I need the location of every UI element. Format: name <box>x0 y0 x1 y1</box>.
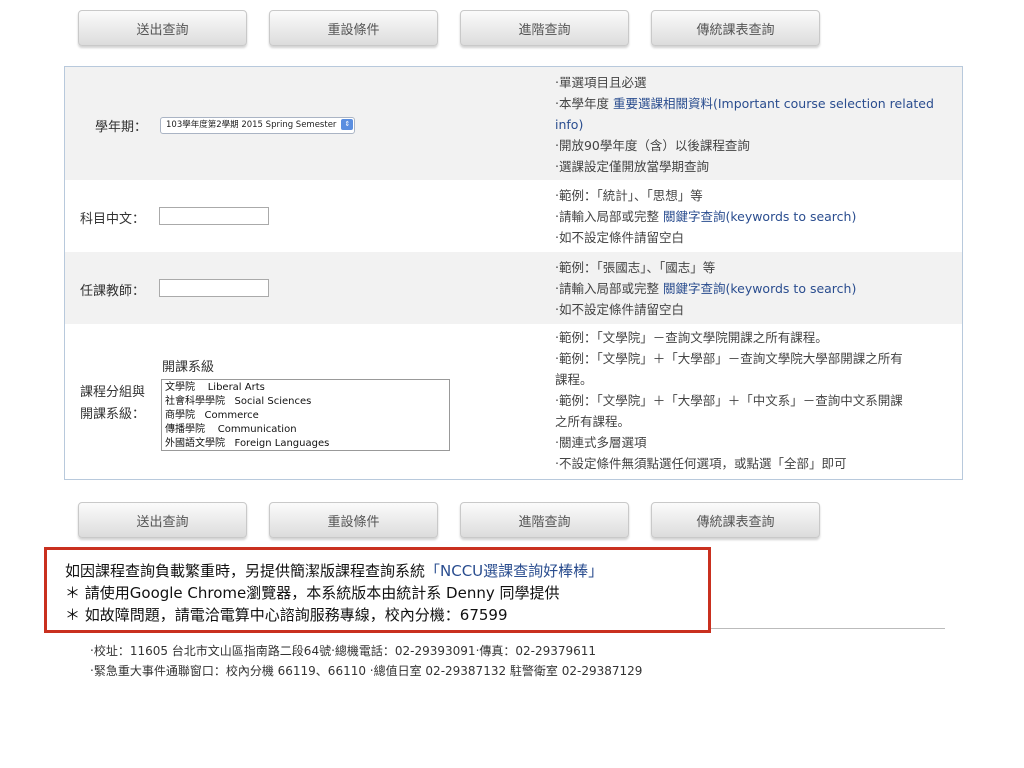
traditional-timetable-button[interactable]: 傳統課表查詢 <box>651 502 820 538</box>
department-label-line1: 課程分組與 <box>80 385 146 400</box>
option-en: Communication <box>217 424 297 435</box>
note-text: ‧請輸入局部或完整 <box>555 281 663 296</box>
top-button-bar: 送出查詢 重設條件 進階查詢 傳統課表查詢 <box>78 10 820 46</box>
option-en: Commerce <box>204 410 259 421</box>
course-name-input[interactable] <box>159 207 269 225</box>
footer: ‧校址：11605 台北市文山區指南路二段64號‧總機電話：02-2939309… <box>90 641 642 681</box>
option-zh: 傳播學院 <box>165 424 205 435</box>
department-label-line2: 開課系級： <box>80 407 146 422</box>
keyword-search-link[interactable]: 關鍵字查詢(keywords to search) <box>663 209 856 224</box>
option-zh: 商學院 <box>165 410 195 421</box>
notice-box: 如因課程查詢負載繁重時，另提供簡潔版課程查詢系統「NCCU選課查詢好棒棒」 ＊ … <box>44 547 711 633</box>
divider <box>711 628 945 629</box>
keyword-search-link[interactable]: 關鍵字查詢(keywords to search) <box>663 281 856 296</box>
traditional-timetable-button[interactable]: 傳統課表查詢 <box>651 10 820 46</box>
submit-query-button[interactable]: 送出查詢 <box>78 502 247 538</box>
teacher-notes: ‧範例：「張國志」、「國志」等 ‧請輸入局部或完整 關鍵字查詢(keywords… <box>555 257 960 320</box>
note-line: ‧範例：「統計」、「思想」等 <box>555 188 703 203</box>
note-line: ‧範例：「文學院」－查詢文學院開課之所有課程。 <box>555 330 828 345</box>
semester-select[interactable]: 103學年度第2學期 2015 Spring Semester ⇕ <box>160 117 356 134</box>
department-notes: ‧範例：「文學院」－查詢文學院開課之所有課程。 ‧範例：「文學院」＋「大學部」－… <box>555 327 960 474</box>
teacher-row: 任課教師： ‧範例：「張國志」、「國志」等 ‧請輸入局部或完整 關鍵字查詢(ke… <box>65 252 962 324</box>
teacher-input[interactable] <box>159 279 269 297</box>
option-zh: 外國語文學院 <box>165 438 225 449</box>
submit-query-button[interactable]: 送出查詢 <box>78 10 247 46</box>
course-name-row: 科目中文： ‧範例：「統計」、「思想」等 ‧請輸入局部或完整 關鍵字查詢(key… <box>65 180 962 252</box>
select-arrows-icon: ⇕ <box>341 119 354 130</box>
simple-query-link[interactable]: 「NCCU選課查詢好棒棒」 <box>425 562 603 580</box>
option-en: Social Sciences <box>234 396 312 407</box>
note-line: ‧不設定條件無須點選任何選項，或點選「全部」即可 <box>555 456 847 471</box>
note-line: 課程。 <box>555 372 593 387</box>
option-en: Liberal Arts <box>207 382 265 393</box>
footer-address: ‧校址：11605 台北市文山區指南路二段64號‧總機電話：02-2939309… <box>90 644 597 658</box>
search-form-panel: 學年期： 103學年度第2學期 2015 Spring Semester ⇕ ‧… <box>64 66 963 480</box>
advanced-query-button[interactable]: 進階查詢 <box>460 502 629 538</box>
list-item[interactable]: 外國語文學院 Foreign Languages <box>165 437 446 451</box>
note-line: ‧請輸入局部或完整 關鍵字查詢(keywords to search) <box>555 206 960 227</box>
option-en: Foreign Languages <box>234 438 330 449</box>
option-zh: 社會科學學院 <box>165 396 225 407</box>
note-line: ‧選課設定僅開放當學期查詢 <box>555 159 709 174</box>
department-label: 課程分組與 開課系級： <box>80 382 145 426</box>
option-zh: 文學院 <box>165 382 195 393</box>
note-line: ‧開放90學年度（含）以後課程查詢 <box>555 138 750 153</box>
notice-text: 如因課程查詢負載繁重時，另提供簡潔版課程查詢系統 <box>65 562 426 580</box>
note-line: ‧如不設定條件請留空白 <box>555 302 684 317</box>
notice-line: 如因課程查詢負載繁重時，另提供簡潔版課程查詢系統「NCCU選課查詢好棒棒」 <box>65 560 708 582</box>
note-line: ‧本學年度 重要選課相關資料(Important course selectio… <box>555 93 960 135</box>
course-name-notes: ‧範例：「統計」、「思想」等 ‧請輸入局部或完整 關鍵字查詢(keywords … <box>555 185 960 248</box>
course-name-label: 科目中文： <box>80 212 146 227</box>
reset-conditions-button[interactable]: 重設條件 <box>269 502 438 538</box>
note-text: ‧請輸入局部或完整 <box>555 209 663 224</box>
semester-row: 學年期： 103學年度第2學期 2015 Spring Semester ⇕ ‧… <box>65 67 962 180</box>
note-line: ‧單選項目且必選 <box>555 75 647 90</box>
notice-line: ＊ 如故障問題，請電洽電算中心諮詢服務專線，校內分機：67599 <box>65 606 508 624</box>
list-item[interactable]: 社會科學學院 Social Sciences <box>165 395 446 409</box>
department-listbox[interactable]: 文學院 Liberal Arts 社會科學學院 Social Sciences … <box>161 379 450 451</box>
list-item[interactable]: 傳播學院 Communication <box>165 423 446 437</box>
department-row: 課程分組與 開課系級： 開課系級 文學院 Liberal Arts 社會科學學院… <box>65 324 962 479</box>
footer-emergency: ‧緊急重大事件通聯窗口：校內分機 66119、66110 ‧總值日室 02-29… <box>90 664 643 678</box>
note-line: 之所有課程。 <box>555 414 631 429</box>
notice-line: ＊ 請使用Google Chrome瀏覽器，本系統版本由統計系 Denny 同學… <box>65 584 560 602</box>
department-sublabel: 開課系級 <box>162 360 215 375</box>
list-item[interactable]: 商學院 Commerce <box>165 409 446 423</box>
note-text: ‧本學年度 <box>555 96 613 111</box>
note-line: ‧範例：「張國志」、「國志」等 <box>555 260 716 275</box>
semester-notes: ‧單選項目且必選 ‧本學年度 重要選課相關資料(Important course… <box>555 72 960 177</box>
reset-conditions-button[interactable]: 重設條件 <box>269 10 438 46</box>
advanced-query-button[interactable]: 進階查詢 <box>460 10 629 46</box>
teacher-label: 任課教師： <box>80 284 146 299</box>
note-line: ‧請輸入局部或完整 關鍵字查詢(keywords to search) <box>555 278 960 299</box>
semester-selected-value: 103學年度第2學期 2015 Spring Semester <box>166 120 337 130</box>
note-line: ‧如不設定條件請留空白 <box>555 230 684 245</box>
list-item[interactable]: 文學院 Liberal Arts <box>165 381 446 395</box>
bottom-button-bar: 送出查詢 重設條件 進階查詢 傳統課表查詢 <box>78 502 820 538</box>
note-line: ‧關連式多層選項 <box>555 435 647 450</box>
note-line: ‧範例：「文學院」＋「大學部」＋「中文系」－查詢中文系開課 <box>555 393 903 408</box>
note-line: ‧範例：「文學院」＋「大學部」－查詢文學院大學部開課之所有 <box>555 351 903 366</box>
semester-label: 學年期： <box>95 120 148 135</box>
